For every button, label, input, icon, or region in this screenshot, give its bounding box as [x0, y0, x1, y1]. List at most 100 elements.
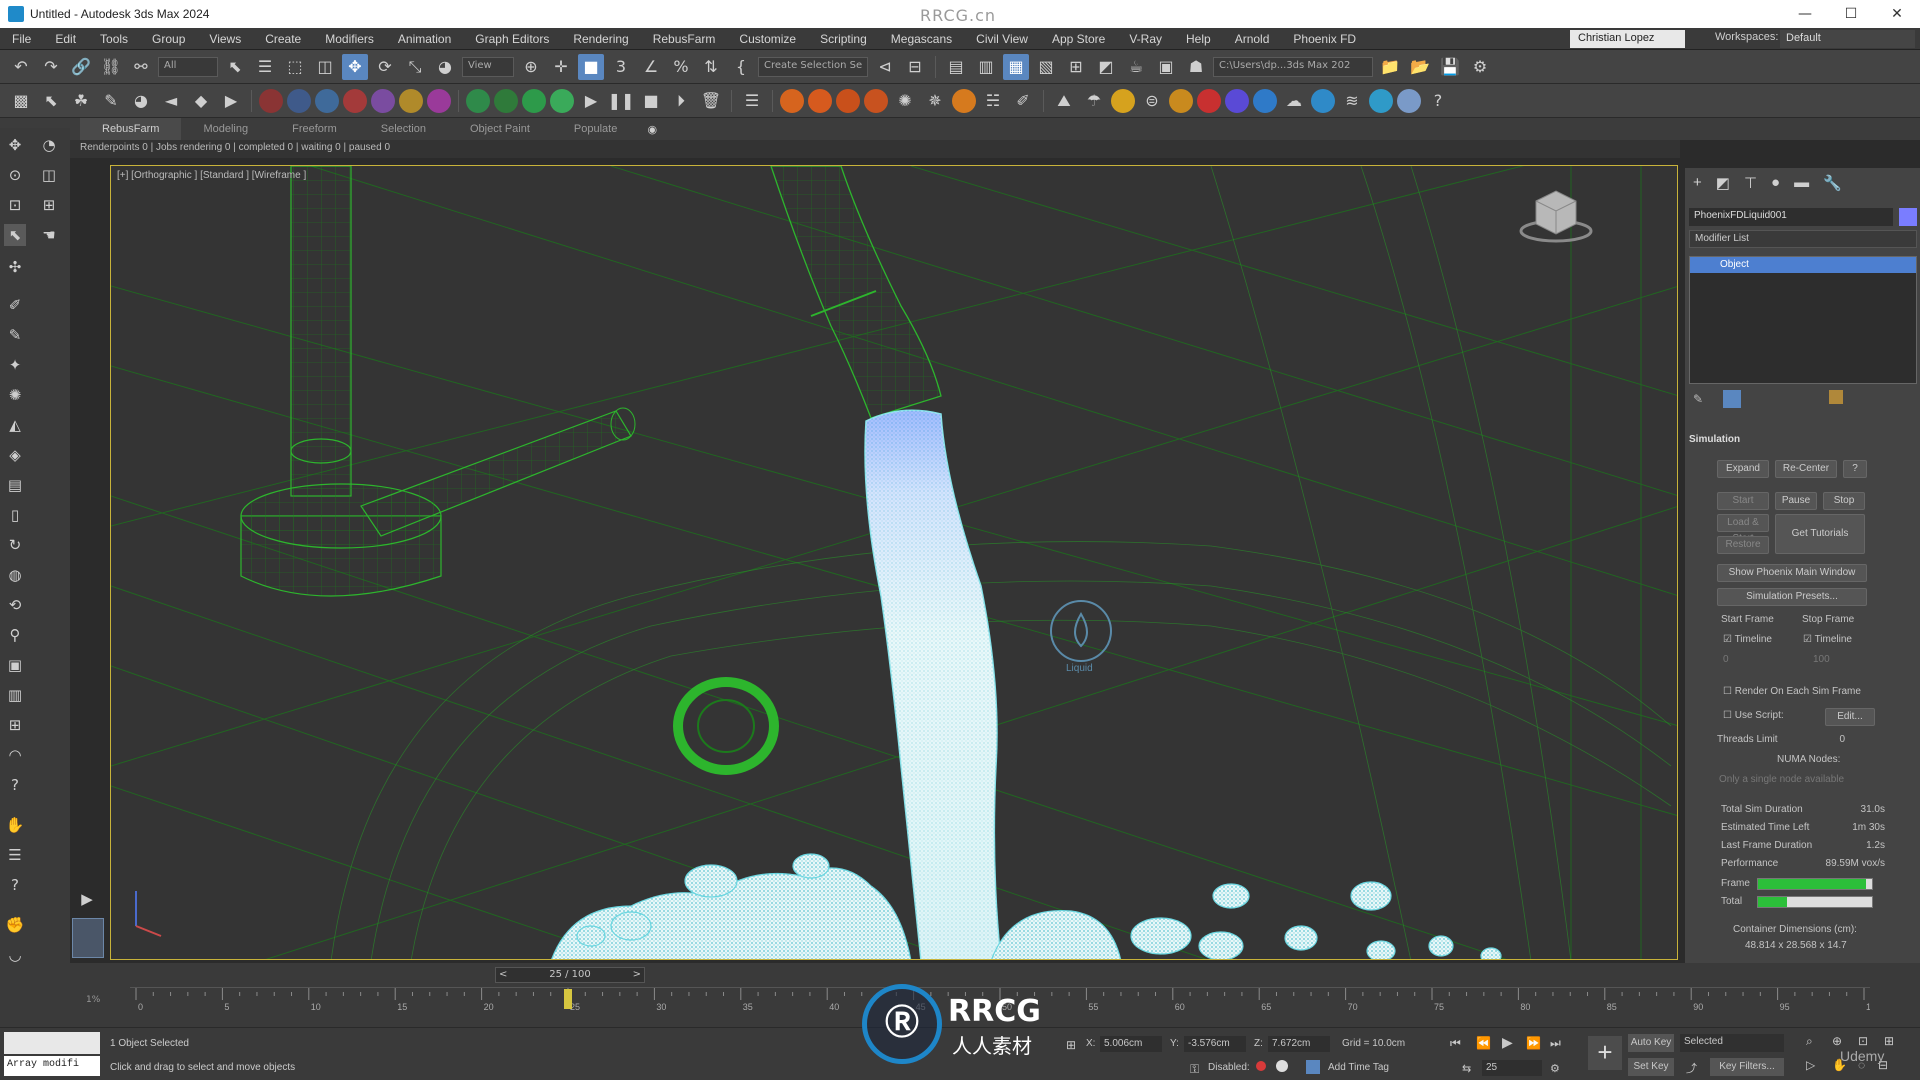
previous-frame-icon[interactable]: ⏪	[1476, 1036, 1491, 1050]
expand-button[interactable]: Expand	[1717, 460, 1769, 478]
particle-shader-icon[interactable]: ✺	[892, 88, 918, 114]
menu-group[interactable]: Group	[140, 32, 197, 46]
vray-mesh-icon[interactable]	[522, 88, 546, 113]
save-project-icon[interactable]: 💾	[1437, 54, 1463, 80]
pin-icon[interactable]: ⚲	[4, 624, 26, 646]
menu-modifiers[interactable]: Modifiers	[313, 32, 386, 46]
pin-stack-icon[interactable]: ✎	[1693, 392, 1703, 406]
liquid-source-icon[interactable]: ☂	[1081, 88, 1107, 114]
material-editor-icon[interactable]: ◩	[1093, 54, 1119, 80]
select-tool-icon[interactable]: ⬉	[4, 224, 26, 246]
start-timeline-checkbox[interactable]: ☑ Timeline	[1723, 634, 1772, 645]
viewport-label[interactable]: [+] [Orthographic ] [Standard ] [Wirefra…	[117, 170, 306, 181]
isolate-icon[interactable]	[1276, 1060, 1288, 1072]
motion-icon[interactable]: ◫	[38, 164, 60, 186]
smoke-source-icon[interactable]	[952, 88, 976, 113]
vray-clipper-icon[interactable]	[466, 88, 490, 113]
light-icon[interactable]: ✦	[4, 354, 26, 376]
display-icon[interactable]: ◔	[38, 134, 60, 156]
footstep-icon[interactable]: ◆	[188, 88, 214, 114]
select-manipulate-icon[interactable]: ✛	[548, 54, 574, 80]
ocean-mesher-icon[interactable]: ⊜	[1139, 88, 1165, 114]
liquid-source-gizmo[interactable]	[1050, 600, 1112, 662]
stop-frame-spinner[interactable]: 100	[1813, 654, 1830, 665]
selection-filter-dropdown[interactable]: All	[158, 56, 218, 77]
select-object-icon[interactable]: ⬉	[222, 54, 248, 80]
show-phoenix-main-window-button[interactable]: Show Phoenix Main Window	[1717, 564, 1867, 582]
show-end-result-icon[interactable]	[1723, 390, 1741, 408]
ocean-texture-icon[interactable]: ☁	[1281, 88, 1307, 114]
key-mode-icon[interactable]: ⇆	[1462, 1062, 1471, 1075]
tab-populate[interactable]: Populate	[552, 123, 639, 135]
viewcube[interactable]	[1519, 190, 1593, 243]
fire-source-icon[interactable]	[808, 88, 832, 113]
named-selection-set-dropdown[interactable]: Create Selection Se	[758, 56, 868, 77]
settings-icon[interactable]: ✺	[4, 384, 26, 406]
menu-customize[interactable]: Customize	[727, 32, 808, 46]
x-coordinate-field[interactable]: 5.006cm	[1100, 1036, 1162, 1052]
skin-icon[interactable]: ◕	[128, 88, 154, 114]
vray-fur-icon[interactable]	[343, 88, 367, 113]
hierarchy-tab-icon[interactable]: ⊤	[1744, 174, 1757, 192]
pivot-icon[interactable]: ⊕	[518, 54, 544, 80]
select-icon[interactable]: ⬉	[38, 88, 64, 114]
liquid-preset-icon[interactable]	[1225, 88, 1249, 113]
play-sim-icon[interactable]: ▶	[578, 88, 604, 114]
add-time-tag-button[interactable]: Add Time Tag	[1328, 1062, 1389, 1073]
measure-icon[interactable]: ◭	[4, 414, 26, 436]
paint-icon[interactable]: ✎	[4, 324, 26, 346]
start-button[interactable]: Start	[1717, 492, 1769, 510]
scale-icon[interactable]: ⤡	[402, 54, 428, 80]
link-icon[interactable]: 🔗	[68, 54, 94, 80]
copy-icon[interactable]: ⊞	[38, 194, 60, 216]
use-script-checkbox[interactable]: ☐ Use Script:	[1723, 710, 1784, 721]
edit-named-sets-icon[interactable]: {	[728, 54, 754, 80]
ocean-icon[interactable]	[1311, 88, 1335, 113]
cycle-icon[interactable]: ⟲	[4, 594, 26, 616]
coffee-preset-icon[interactable]	[1169, 88, 1193, 113]
time-tag-icon[interactable]	[1306, 1060, 1320, 1074]
layout-icon[interactable]: ▥	[4, 684, 26, 706]
particle-flow-source-icon[interactable]	[836, 88, 860, 113]
zoom-extents-icon[interactable]: ⊡	[1858, 1034, 1868, 1048]
question-icon[interactable]: ?	[4, 774, 26, 796]
render-icon[interactable]: ☗	[1183, 54, 1209, 80]
phoenix-list-icon[interactable]: ☰	[739, 88, 765, 114]
scene-converter-icon[interactable]: ▩	[8, 88, 34, 114]
keyboard-shortcut-icon[interactable]: ■	[578, 53, 604, 80]
percent-snap-icon[interactable]: %	[668, 54, 694, 80]
water-preset-icon[interactable]	[1253, 88, 1277, 113]
tab-object-paint[interactable]: Object Paint	[448, 123, 552, 135]
grid-icon[interactable]: ⊞	[4, 714, 26, 736]
page-icon[interactable]: ▯	[4, 504, 26, 526]
menu-megascans[interactable]: Megascans	[879, 32, 964, 46]
next-frame-button-icon[interactable]: ⏩	[1526, 1036, 1541, 1050]
go-to-end-icon[interactable]: ⏭	[1550, 1036, 1561, 1051]
stop-button[interactable]: Stop	[1823, 492, 1865, 510]
utilities-icon[interactable]: ⊡	[4, 194, 26, 216]
object-name-field[interactable]: PhoenixFDLiquid001	[1689, 208, 1893, 226]
tab-modeling[interactable]: Modeling	[181, 123, 270, 135]
orbit-icon[interactable]: ◠	[4, 744, 26, 766]
start-frame-spinner[interactable]: 0	[1723, 654, 1729, 665]
rotate-icon[interactable]: ⟳	[372, 54, 398, 80]
menu-views[interactable]: Views	[197, 32, 253, 46]
schematic-view-icon[interactable]: ⊞	[1063, 54, 1089, 80]
open-project-icon[interactable]: 📂	[1407, 54, 1433, 80]
pause-button[interactable]: Pause	[1775, 492, 1817, 510]
help-icon[interactable]: ?	[1425, 88, 1451, 114]
brush-icon[interactable]: ✐	[1010, 88, 1036, 114]
time-slider[interactable]: < 25 / 100 >	[495, 967, 645, 983]
edit-script-button[interactable]: Edit...	[1825, 708, 1875, 726]
unlink-icon[interactable]: ⛓	[98, 54, 124, 80]
modify-tab-icon[interactable]: ◩	[1716, 174, 1730, 192]
vray-plane-icon[interactable]	[494, 88, 518, 113]
menu-vray[interactable]: V-Ray	[1117, 32, 1174, 46]
load-start-button[interactable]: Load & Start	[1717, 514, 1769, 544]
close-button[interactable]: ✕	[1874, 6, 1920, 22]
tab-rebusfarm[interactable]: RebusFarm	[80, 118, 182, 140]
stack-item-object[interactable]: Object	[1690, 257, 1916, 273]
waves-icon[interactable]: ≋	[1339, 88, 1365, 114]
y-coordinate-field[interactable]: -3.576cm	[1184, 1036, 1246, 1052]
spinner-snap-icon[interactable]: ⇅	[698, 54, 724, 80]
